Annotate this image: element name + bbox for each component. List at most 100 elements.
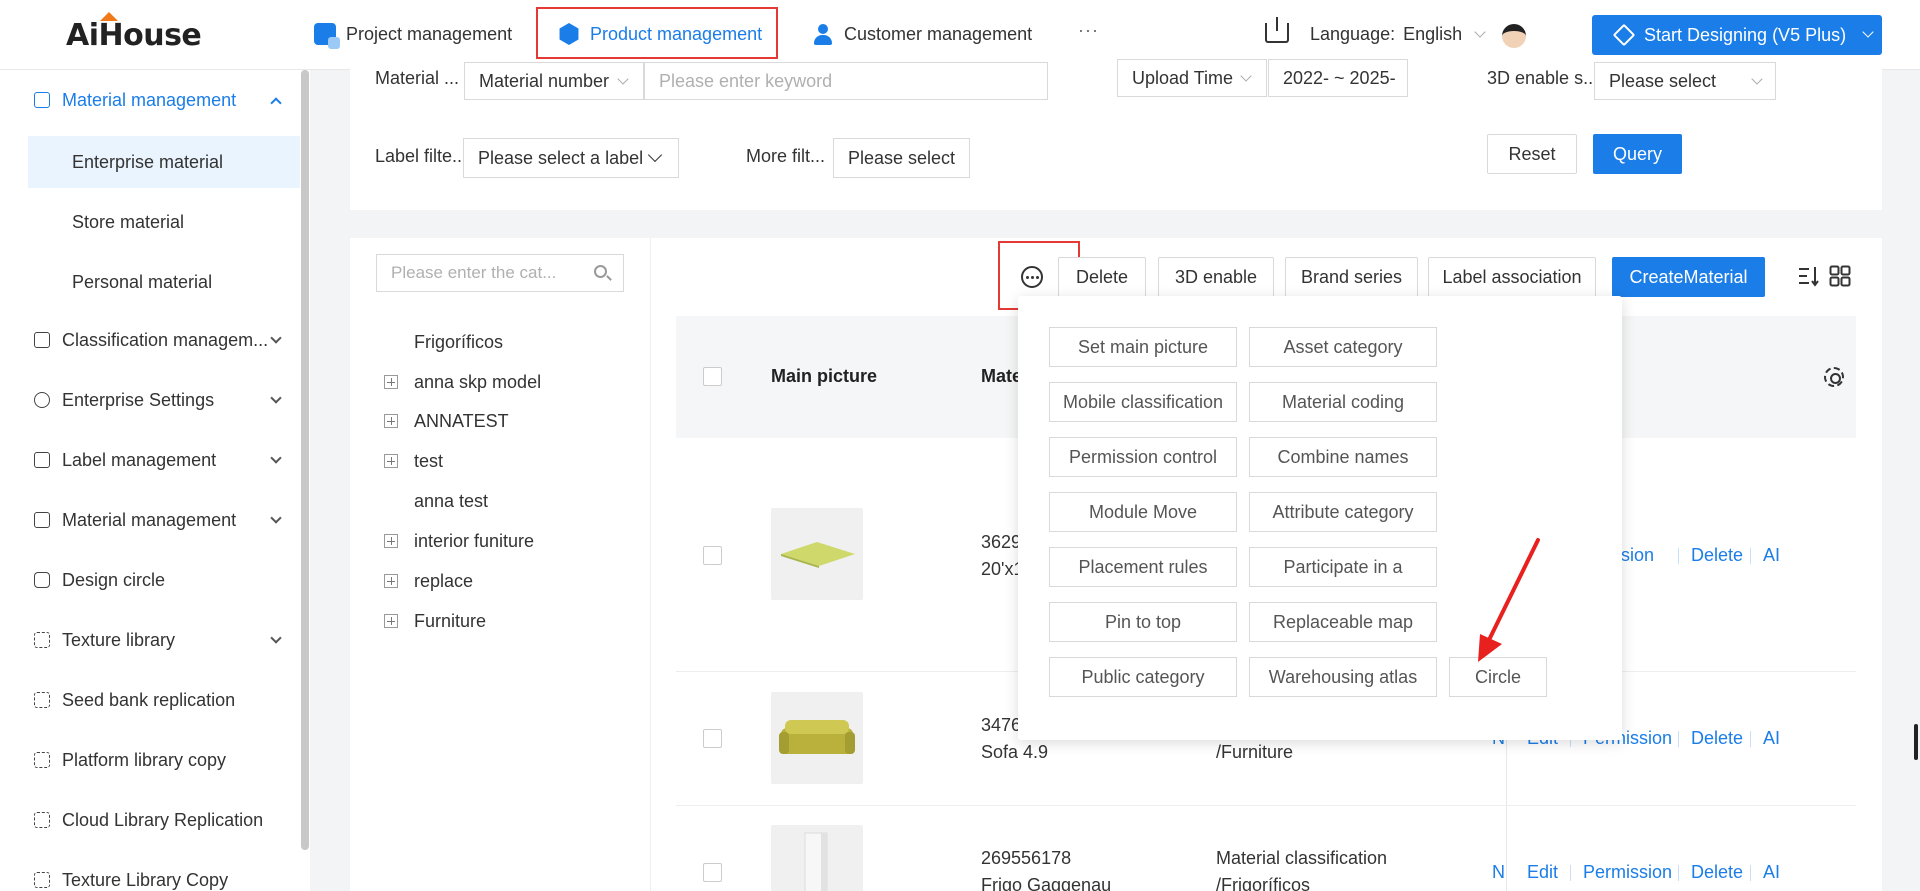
tree-node[interactable]: Furniture [384,603,486,639]
expand-icon[interactable] [384,534,398,548]
search-icon[interactable] [594,265,607,278]
label-filter-label: Label filte... [375,146,468,166]
row-checkbox[interactable] [703,729,722,748]
module-move-button[interactable]: Module Move [1049,492,1237,532]
sidebar-item-texture-copy[interactable]: Texture Library Copy [0,852,300,891]
delete-link[interactable]: Delete [1691,545,1743,566]
ai-link[interactable]: AI [1763,862,1780,883]
more-nav-button[interactable]: ··· [1078,20,1099,41]
settings-gear-icon[interactable] [1824,367,1844,387]
tree-node[interactable]: interior funiture [384,523,534,559]
enable3d-select[interactable]: Please select [1594,62,1776,100]
sidebar-item-store-material[interactable]: Store material [28,196,300,248]
select-all-checkbox[interactable] [703,367,722,386]
nav-project-management[interactable]: Project management [314,16,512,52]
warehousing-atlas-button[interactable]: Warehousing atlas [1249,657,1437,697]
combine-names-button[interactable]: Combine names [1249,437,1437,477]
material-id: 3629 [981,532,1022,552]
ai-link[interactable]: AI [1763,728,1780,749]
document-icon [34,92,50,108]
date-range-input[interactable]: 2022- ~ 2025- [1268,59,1408,97]
create-material-button[interactable]: CreateMaterial [1612,257,1765,297]
expand-icon[interactable] [384,454,398,468]
query-button[interactable]: Query [1593,134,1682,174]
expand-icon[interactable] [384,375,398,389]
delete-link[interactable]: Delete [1691,728,1743,749]
sidebar-item-texture-library[interactable]: Texture library [0,612,300,668]
language-selector[interactable]: Language: English [1310,24,1486,45]
material-thumbnail[interactable] [771,825,863,891]
category-search-input[interactable]: Please enter the cat... [376,254,624,292]
material-id: 3476 [981,715,1022,735]
more-filter-select[interactable]: Please select [833,138,970,178]
material-type-select[interactable]: Material number [464,62,644,100]
reset-button[interactable]: Reset [1487,134,1577,174]
label-filter-select[interactable]: Please select a label [463,138,679,178]
sidebar-scrollbar[interactable] [301,70,309,850]
aihouse-logo[interactable]: AiHouse [66,12,202,56]
material-name: Frigo Gaggenau [981,875,1112,891]
material-thumbnail[interactable] [771,508,863,600]
row-checkbox[interactable] [703,546,722,565]
asset-category-button[interactable]: Asset category [1249,327,1437,367]
sidebar-item-design-circle[interactable]: Design circle [0,552,300,608]
ai-link[interactable]: AI [1763,545,1780,566]
pen-icon [1612,23,1636,47]
keyword-input[interactable]: Please enter keyword [644,62,1048,100]
upload-time-select[interactable]: Upload Time [1117,59,1267,97]
sort-list-icon[interactable] [1798,265,1820,287]
material-coding-button[interactable]: Material coding [1249,382,1437,422]
permission-link[interactable]: Permission [1583,862,1672,883]
sidebar-item-enterprise-settings[interactable]: Enterprise Settings [0,372,300,428]
delete-button[interactable]: Delete [1058,257,1146,297]
mobile-classification-button[interactable]: Mobile classification [1049,382,1237,422]
sidebar-item-label-management[interactable]: Label management [0,432,300,488]
set-main-picture-button[interactable]: Set main picture [1049,327,1237,367]
tree-node[interactable]: Frigoríficos [384,324,503,360]
separator [1750,865,1751,881]
chevron-down-icon [1862,26,1874,38]
grid-view-icon[interactable] [1829,265,1851,287]
sidebar-item-personal-material[interactable]: Personal material [28,256,300,308]
sidebar-item-material-management-2[interactable]: Material management [0,492,300,548]
sidebar-item-material-management[interactable]: Material management [0,72,300,128]
brand-series-button[interactable]: Brand series [1285,257,1418,297]
expand-icon[interactable] [384,574,398,588]
sidebar-item-cloud-library[interactable]: Cloud Library Replication [0,792,300,848]
download-icon[interactable] [1265,17,1289,43]
placement-rules-button[interactable]: Placement rules [1049,547,1237,587]
edit-link[interactable]: Edit [1527,862,1558,883]
sidebar-item-seed-bank[interactable]: Seed bank replication [0,672,300,728]
copy-icon [34,692,50,708]
replaceable-map-button[interactable]: Replaceable map [1249,602,1437,642]
tree-node[interactable]: ANNATEST [384,403,509,439]
chevron-down-icon [270,452,282,464]
attribute-category-button[interactable]: Attribute category [1249,492,1437,532]
label-association-button[interactable]: Label association [1428,257,1596,297]
tree-node[interactable]: test [384,443,443,479]
expand-icon[interactable] [384,614,398,628]
avatar[interactable] [1502,24,1526,48]
pin-to-top-button[interactable]: Pin to top [1049,602,1237,642]
enable3d-button[interactable]: 3D enable [1158,257,1274,297]
page-scrollbar[interactable] [1914,724,1918,760]
participate-button[interactable]: Participate in a [1249,547,1437,587]
permission-control-button[interactable]: Permission control [1049,437,1237,477]
sidebar-item-classification[interactable]: Classification managem... [0,312,300,368]
tree-node[interactable]: anna skp model [384,364,541,400]
copy-icon [34,872,50,888]
start-designing-button[interactable]: Start Designing (V5 Plus) [1592,15,1882,55]
user-settings-icon [34,392,50,408]
chevron-down-icon [647,147,663,163]
new-link[interactable]: N [1492,862,1505,883]
tree-node[interactable]: replace [384,563,473,599]
material-thumbnail[interactable] [771,692,863,784]
public-category-button[interactable]: Public category [1049,657,1237,697]
delete-link[interactable]: Delete [1691,862,1743,883]
expand-icon[interactable] [384,414,398,428]
tree-node[interactable]: anna test [384,483,488,519]
nav-customer-management[interactable]: Customer management [812,16,1032,52]
sidebar-item-enterprise-material[interactable]: Enterprise material [28,136,300,188]
sidebar-item-platform-library[interactable]: Platform library copy [0,732,300,788]
row-checkbox[interactable] [703,863,722,882]
